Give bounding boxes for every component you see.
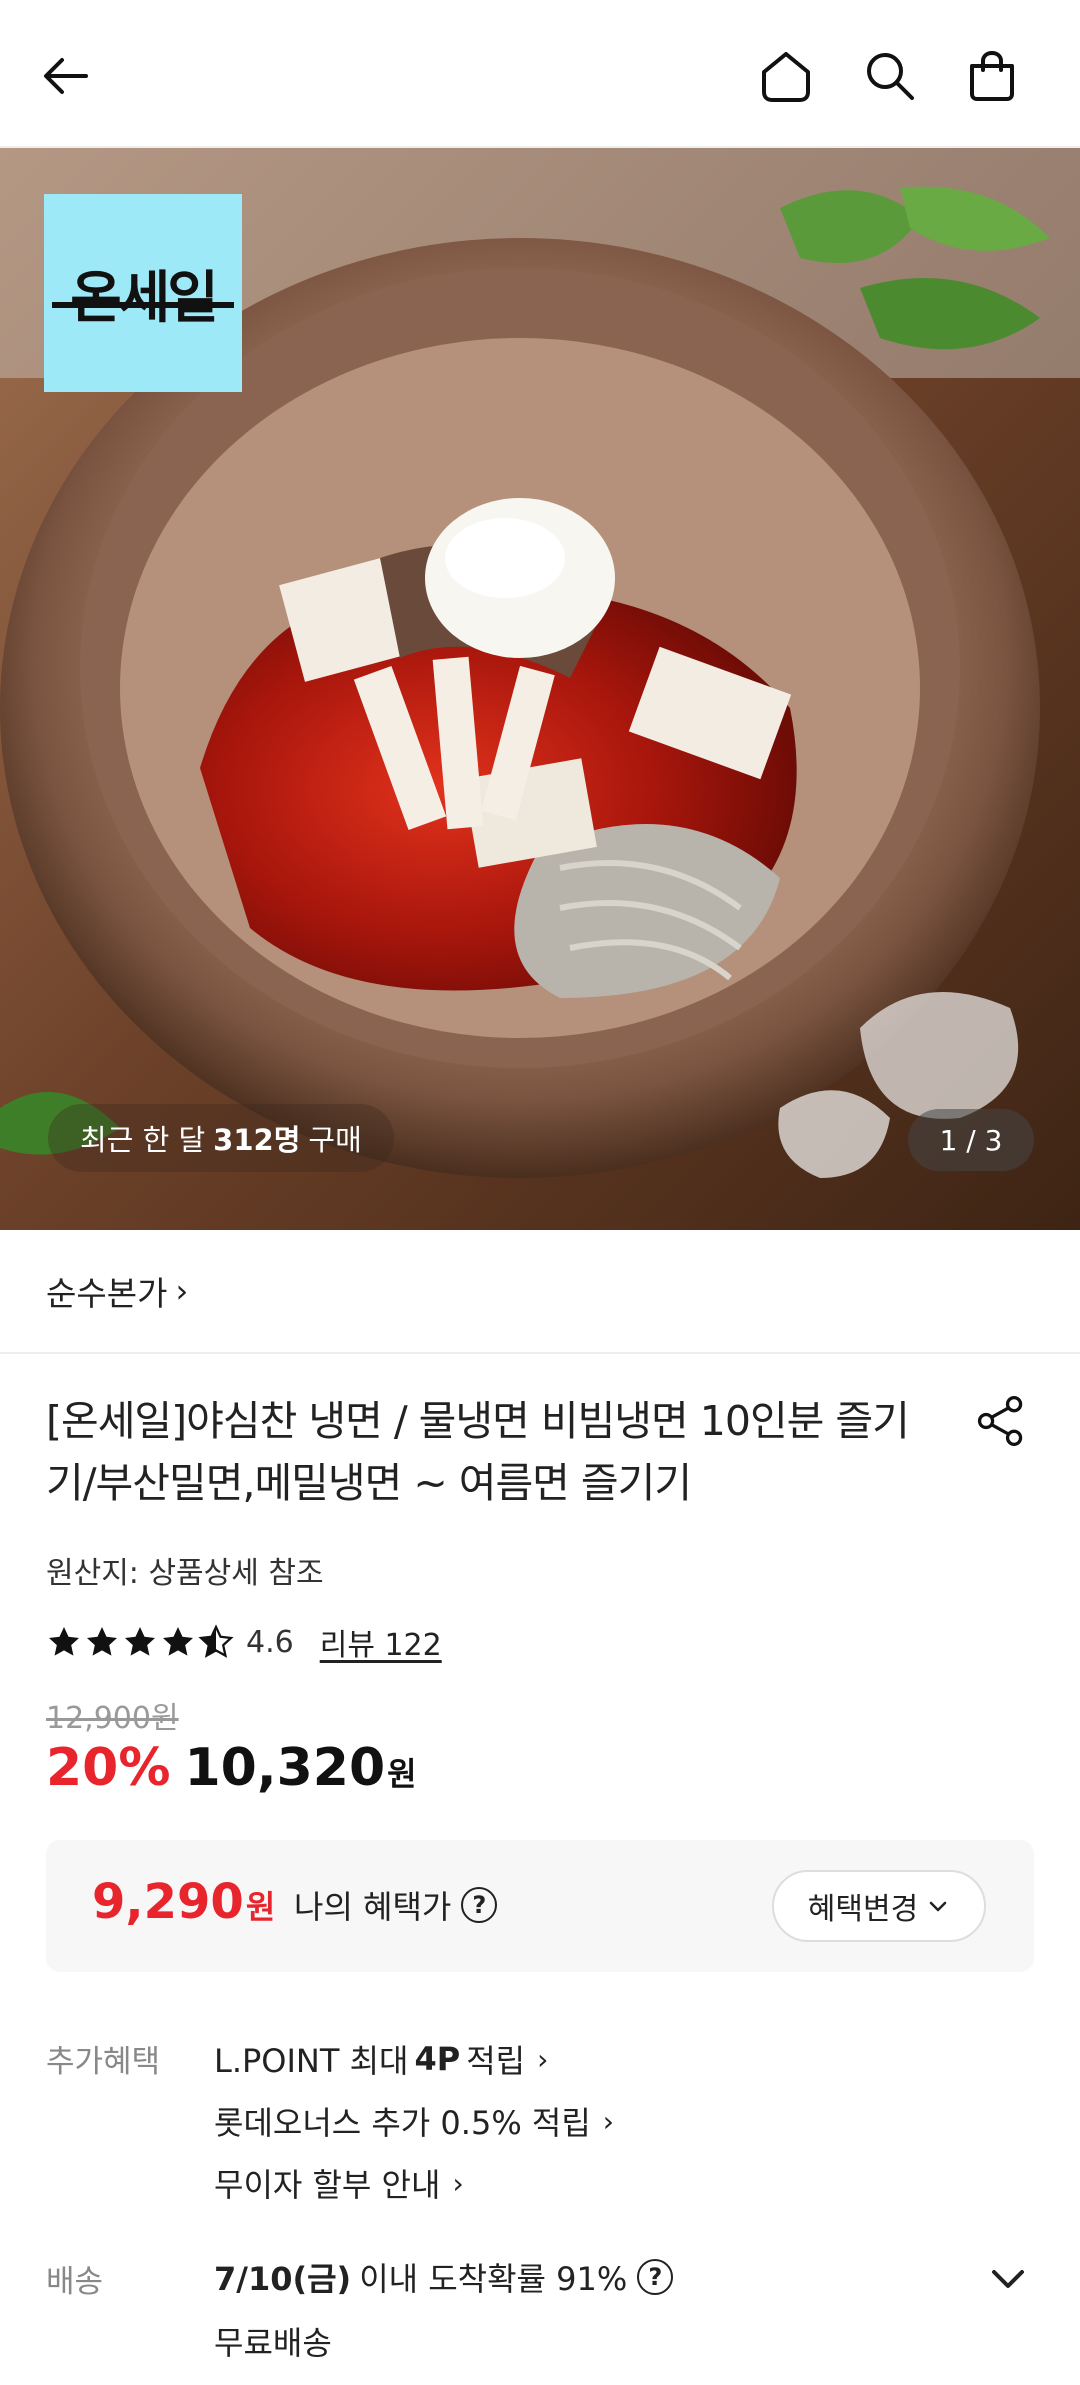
store-name: 순수본가 bbox=[46, 1274, 168, 1313]
help-icon[interactable]: ? bbox=[637, 2259, 674, 2295]
share-button[interactable] bbox=[968, 1388, 1034, 1454]
installment-info-link[interactable]: 무이자 할부 안내 › bbox=[214, 2160, 464, 2206]
benefit-change-label: 혜택변경 bbox=[807, 1892, 919, 1927]
origin-info: 원산지: 상품상세 참조 bbox=[46, 1556, 324, 1591]
store-link[interactable]: 순수본가 › bbox=[0, 1230, 1080, 1354]
back-button[interactable] bbox=[26, 34, 110, 118]
search-button[interactable] bbox=[848, 34, 932, 118]
lpoint-value: 4P bbox=[414, 2040, 461, 2078]
chevron-down-icon[interactable] bbox=[984, 2254, 1032, 2302]
help-icon[interactable]: ? bbox=[461, 1887, 498, 1923]
star-full-icon bbox=[87, 1627, 117, 1656]
purchase-suffix: 구매 bbox=[308, 1123, 362, 1157]
delivery-estimate: 7/10(금) 이내 도착확률 91% ? bbox=[214, 2254, 674, 2300]
delivery-label: 배송 bbox=[46, 2264, 104, 2300]
shopping-bag-icon bbox=[970, 50, 1014, 101]
price-row: 20% 10,320 원 bbox=[46, 1738, 417, 1798]
delivery-date: 7/10(금) bbox=[214, 2260, 352, 2298]
sale-price-unit: 원 bbox=[387, 1755, 417, 1793]
brand-logo: 온세일 bbox=[44, 194, 242, 392]
benefit-label: 나의 혜택가 ? bbox=[294, 1882, 498, 1928]
top-bar bbox=[0, 0, 1080, 148]
delivery-probability: 이내 도착확률 91% bbox=[359, 2260, 628, 2298]
sale-price: 10,320 bbox=[184, 1738, 386, 1798]
brand-logo-underline bbox=[52, 302, 234, 308]
chevron-down-icon bbox=[929, 1901, 947, 1912]
benefit-price-unit: 원 bbox=[245, 1888, 276, 1926]
recent-purchase-badge: 최근 한 달 312명 구매 bbox=[48, 1104, 394, 1172]
lpoint-suffix: 적립 bbox=[466, 2042, 526, 2080]
free-shipping: 무료배송 bbox=[214, 2324, 332, 2362]
benefit-price: 9,290 원 bbox=[92, 1874, 275, 1930]
brand-logo-text: 온세일 bbox=[70, 265, 219, 331]
benefit-price-value: 9,290 bbox=[92, 1874, 244, 1930]
home-icon bbox=[762, 52, 810, 102]
purchase-count: 312명 bbox=[213, 1123, 301, 1157]
lotte-plus-text: 롯데오너스 추가 0.5% 적립 bbox=[214, 2104, 591, 2142]
lpoint-prefix: L.POINT 최대 bbox=[214, 2042, 409, 2080]
shopping-bag-button[interactable] bbox=[950, 34, 1034, 118]
rating-row: 4.6 리뷰 122 bbox=[46, 1620, 442, 1664]
benefit-change-button[interactable]: 혜택변경 bbox=[772, 1870, 986, 1942]
product-title: [온세일]야심찬 냉면 / 물냉면 비빔냉면 10인분 즐기기/부산밀면,메밀냉… bbox=[46, 1397, 910, 1507]
benefit-label-text: 나의 혜택가 bbox=[294, 1888, 452, 1926]
search-icon bbox=[867, 53, 914, 100]
purchase-prefix: 최근 한 달 bbox=[80, 1123, 206, 1157]
home-button[interactable] bbox=[744, 34, 828, 118]
installment-text: 무이자 할부 안내 bbox=[214, 2166, 441, 2204]
extra-benefits-label: 추가혜택 bbox=[46, 2044, 161, 2080]
image-page-indicator: 1 / 3 bbox=[908, 1109, 1034, 1171]
lpoint-benefit-link[interactable]: L.POINT 최대 4P 적립 › bbox=[214, 2036, 548, 2082]
back-arrow-icon bbox=[44, 58, 88, 94]
my-benefit-box: 9,290 원 나의 혜택가 ? 혜택변경 bbox=[46, 1840, 1034, 1972]
chevron-right-icon: › bbox=[537, 2042, 549, 2076]
share-icon bbox=[977, 1396, 1023, 1446]
review-count-link[interactable]: 리뷰 122 bbox=[320, 1620, 442, 1664]
star-full-icon bbox=[163, 1627, 193, 1656]
star-full-icon bbox=[49, 1627, 79, 1656]
chevron-right-icon: › bbox=[452, 2166, 464, 2200]
lotte-plus-benefit-link[interactable]: 롯데오너스 추가 0.5% 적립 › bbox=[214, 2098, 614, 2144]
discount-rate: 20% bbox=[46, 1738, 171, 1798]
rating-stars bbox=[46, 1624, 236, 1660]
rating-value: 4.6 bbox=[246, 1624, 294, 1660]
product-image-carousel[interactable]: 온세일 최근 한 달 312명 구매 1 / 3 bbox=[0, 148, 1080, 1230]
chevron-right-icon: › bbox=[602, 2104, 614, 2138]
original-price: 12,900원 bbox=[46, 1701, 179, 1736]
star-full-icon bbox=[125, 1627, 155, 1656]
star-half-icon bbox=[198, 1624, 234, 1658]
chevron-right-icon: › bbox=[175, 1272, 189, 1310]
